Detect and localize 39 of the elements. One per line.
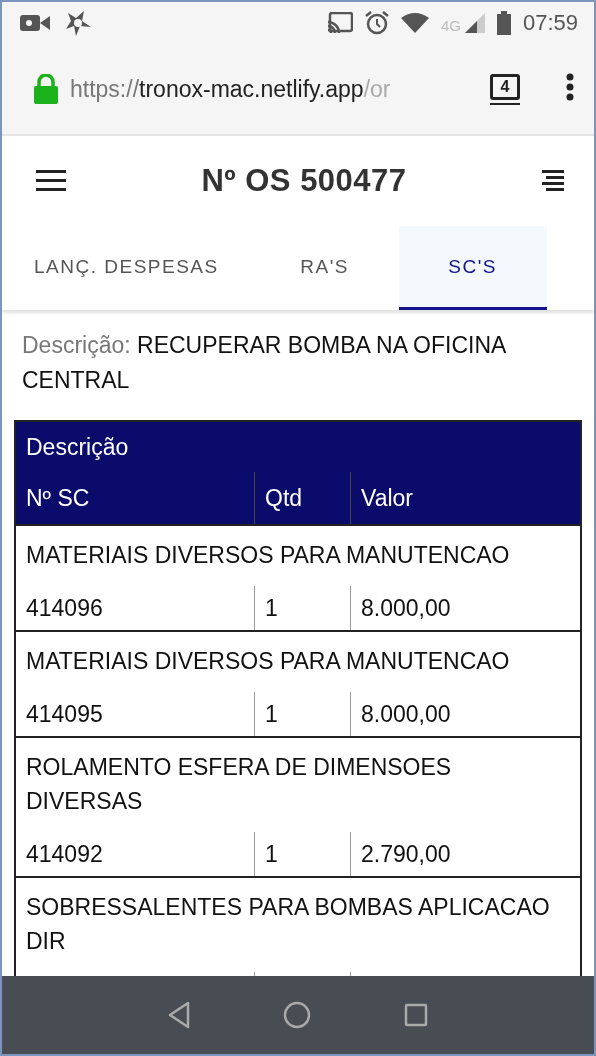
table-cell: 2.790,00 [350,832,580,876]
column-header: Nº SC [25,483,91,513]
video-camera-icon [20,13,50,33]
column-header: Valor [350,472,580,524]
page-title: Nº OS 500477 [201,163,407,199]
column-header: Qtd [254,472,350,524]
signal-icon [464,13,485,33]
table-cell: 8.000,00 [350,586,580,630]
table-cell-text: 414092 [25,839,104,869]
recents-icon[interactable] [403,1003,428,1027]
list-lines-icon[interactable] [542,170,564,192]
clock-time: 07:59 [522,10,578,36]
more-menu-icon[interactable] [566,73,574,101]
alarm-clock-icon [364,11,389,35]
tab[interactable]: LANÇ. DESPESAS [2,226,251,310]
network-type: 4G [440,17,461,34]
star-badge-icon [64,9,92,37]
table-cell: 1 [254,832,350,876]
table-cell: 8.000,00 [350,692,580,736]
menu-icon[interactable] [36,170,66,192]
table-cell-text: 414096 [25,593,104,623]
table-cell: 1 [254,586,350,630]
lock-icon [34,74,58,104]
table-cell-text: SOBRESSALENTES PARA BOMBAS APLICACAO DIR [25,893,551,956]
wifi-icon [400,13,429,33]
address-field[interactable]: https://tronox-mac.netlify.app/or [70,75,480,103]
back-icon[interactable] [168,1001,191,1029]
table-cell-text: MATERIAIS DIVERSOS PARA MANUTENCAO [25,541,511,570]
table-cell: 1 [254,692,350,736]
table-cell-text: ROLAMENTO ESFERA DE DIMENSOES DIVERSAS [25,753,453,816]
cast-icon [326,12,353,34]
tab[interactable]: RA'S [250,226,399,310]
table-cell-text: MATERIAIS DIVERSOS PARA MANUTENCAO [25,647,511,676]
column-header: Descrição [25,432,130,462]
home-icon[interactable] [283,1001,311,1029]
battery-icon [496,11,511,35]
description-text: Descrição: RECUPERAR BOMBA NA OFICINA CENTRAL [21,331,507,395]
tab[interactable]: SC'S [398,226,547,310]
table-cell-text: 414095 [25,699,104,729]
